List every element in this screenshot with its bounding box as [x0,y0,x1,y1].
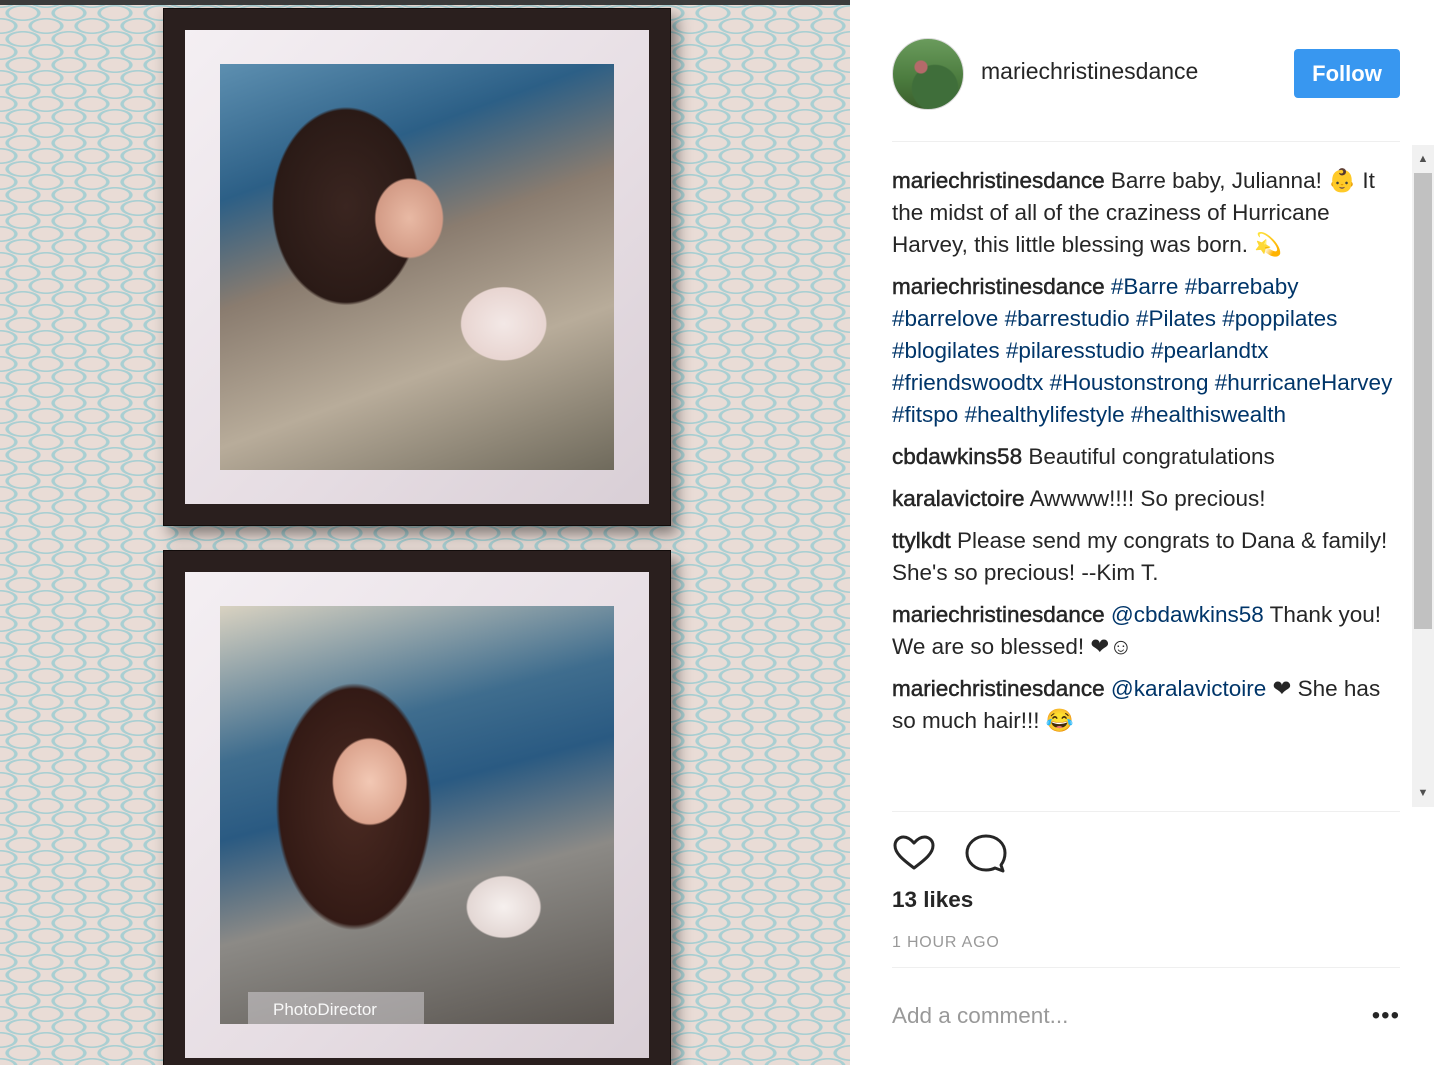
mention-link[interactable]: @cbdawkins58 [1111,602,1264,627]
hashtag-link[interactable]: #Pilates [1136,306,1216,331]
post-sidebar: mariechristinesdance Follow mariechristi… [850,0,1440,1065]
hashtag-link[interactable]: #blogilates [892,338,1000,363]
hashtag-link[interactable]: #barrebaby [1185,274,1299,299]
comment-text: Awwww!!!! So precious! [1029,486,1266,511]
more-icon[interactable]: ••• [1372,1004,1400,1028]
photo-frame-bottom: PhotoDirector [163,550,671,1065]
scroll-up-arrow-icon[interactable]: ▲ [1412,149,1434,169]
avatar[interactable] [892,38,964,110]
hashtag-link[interactable]: #Barre [1111,274,1179,299]
comment-item: mariechristinesdance @karalavictoire ❤ S… [892,673,1402,737]
comment-author[interactable]: mariechristinesdance [892,274,1105,300]
hashtag-link[interactable]: #healthiswealth [1131,402,1286,427]
follow-button[interactable]: Follow [1294,49,1400,98]
comment-icon[interactable] [964,832,1008,876]
comment-item: ttylkdt Please send my congrats to Dana … [892,525,1402,589]
comment-text: Beautiful congratulations [1028,444,1275,469]
hashtag-link[interactable]: #healthylifestyle [965,402,1125,427]
comment-author[interactable]: mariechristinesdance [892,168,1105,194]
hashtag-link[interactable]: #pearlandtx [1151,338,1269,363]
username-link[interactable]: mariechristinesdance [981,58,1198,85]
photodirector-watermark: PhotoDirector [248,992,424,1024]
hashtag-link[interactable]: #barrestudio [1005,306,1130,331]
likes-count[interactable]: 13 likes [892,887,973,913]
hashtag-link[interactable]: #Houstonstrong [1050,370,1209,395]
comment-text: Please send my congrats to Dana & family… [892,528,1388,585]
hashtag-link[interactable]: #fitspo [892,402,958,427]
comment-author[interactable]: mariechristinesdance [892,676,1105,702]
comments-divider [892,811,1400,812]
photo-mother-holding-newborn [220,64,614,470]
comments-scrollbar[interactable]: ▲ ▼ [1412,145,1434,807]
add-comment-input[interactable]: Add a comment... [892,1003,1068,1029]
mention-link[interactable]: @karalavictoire [1111,676,1266,701]
photo-mother-smiling-with-newborn: PhotoDirector [220,606,614,1024]
hashtag-link[interactable]: #barrelove [892,306,998,331]
comment-item: mariechristinesdance Barre baby, Juliann… [892,165,1402,261]
comment-author[interactable]: ttylkdt [892,528,951,554]
comment-item: mariechristinesdance @cbdawkins58 Thank … [892,599,1402,663]
heart-icon[interactable] [892,832,936,876]
hashtag-link[interactable]: #poppilates [1222,306,1337,331]
hashtag-link[interactable]: #pilaresstudio [1006,338,1145,363]
scrollbar-thumb[interactable] [1414,173,1432,629]
comment-author[interactable]: cbdawkins58 [892,444,1022,470]
post-timestamp[interactable]: 1 HOUR AGO [892,934,1000,952]
post-header: mariechristinesdance Follow [892,38,1400,110]
comment-item: cbdawkins58 Beautiful congratulations [892,441,1402,473]
scroll-down-arrow-icon[interactable]: ▼ [1412,783,1434,803]
comment-item: mariechristinesdance #Barre #barrebaby #… [892,271,1402,431]
hashtag-link[interactable]: #hurricaneHarvey [1215,370,1393,395]
comment-item: karalavictoire Awwww!!!! So precious! [892,483,1402,515]
photo-frame-top [163,8,671,526]
comment-author[interactable]: mariechristinesdance [892,602,1105,628]
footer-divider [892,967,1400,968]
comments-list[interactable]: mariechristinesdance Barre baby, Juliann… [892,165,1402,805]
post-image[interactable]: PhotoDirector [0,0,850,1065]
header-divider [892,141,1400,142]
comment-author[interactable]: karalavictoire [892,486,1025,512]
hashtag-link[interactable]: #friendswoodtx [892,370,1043,395]
